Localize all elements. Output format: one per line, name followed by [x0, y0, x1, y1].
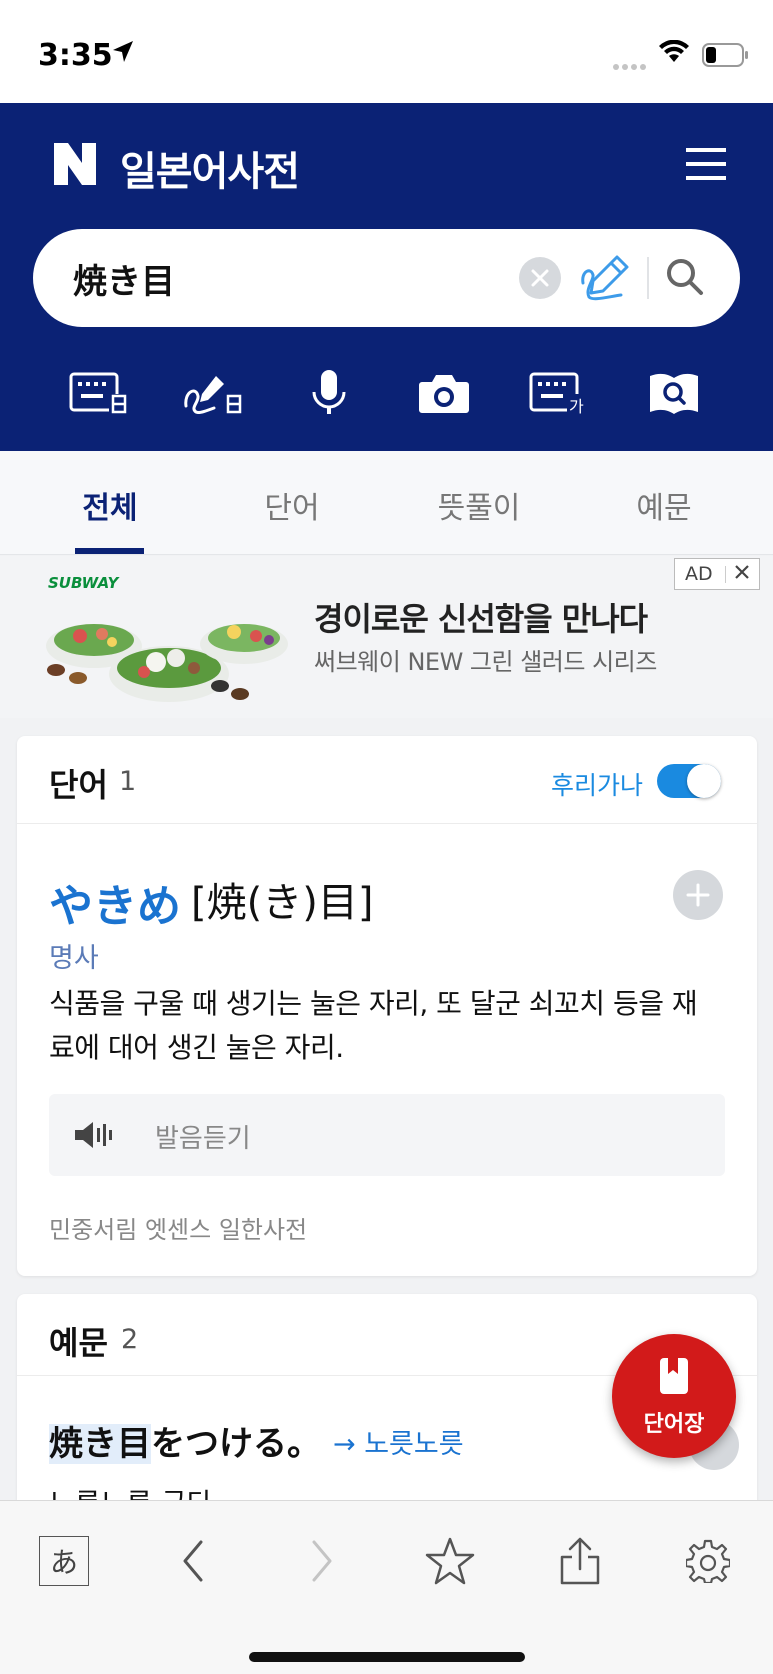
cellular-signal-icon: [612, 56, 648, 75]
toggle-knob: [687, 764, 721, 798]
active-tab-indicator: [75, 548, 144, 554]
battery-icon: [702, 43, 750, 71]
book-search-icon[interactable]: [639, 363, 709, 423]
definition: 식품을 구울 때 생기는 눌은 자리, 또 달군 쇠꼬치 등을 재료에 대어 생…: [49, 987, 698, 1064]
menu-icon[interactable]: [686, 147, 726, 185]
search-icon[interactable]: [665, 257, 705, 301]
handwriting-pen-icon[interactable]: [581, 253, 633, 305]
part-of-speech: 명사: [49, 943, 99, 974]
add-to-wordbook-button[interactable]: [673, 870, 723, 920]
search-divider: [647, 257, 649, 299]
close-ad-icon[interactable]: [733, 563, 751, 586]
word-count: 1: [119, 766, 137, 797]
wordbook-fab[interactable]: 단어장: [612, 1334, 736, 1458]
share-icon[interactable]: [545, 1531, 615, 1591]
example-count: 2: [121, 1324, 139, 1355]
tab-words[interactable]: 단어: [222, 483, 362, 527]
ad-tag: AD: [674, 558, 760, 590]
tab-meanings[interactable]: 뜻풀이: [409, 483, 549, 527]
clear-search-button[interactable]: [519, 257, 561, 299]
dictionary-source[interactable]: 민중서림 엣센스 일한사전: [49, 1210, 307, 1245]
forward-arrow-icon[interactable]: [287, 1531, 357, 1591]
kana-label: あ: [39, 1536, 89, 1586]
example-related-link[interactable]: → 노릇노릇: [333, 1422, 464, 1461]
pronunciation-label: 발음듣기: [155, 1124, 251, 1154]
microphone-icon[interactable]: [294, 363, 364, 423]
category-tabs: 전체 단어 뜻풀이 예문: [0, 451, 773, 555]
example-sentence[interactable]: 焼き目をつける。: [49, 1416, 321, 1465]
japanese-handwriting-icon[interactable]: [179, 363, 249, 423]
wifi-icon: [658, 39, 690, 68]
kana-button[interactable]: あ: [29, 1531, 99, 1591]
screen: 3:35 일본어사전 焼き目 가 전체 단어 뜻풀이 예문 SUBWAY 경이로…: [0, 0, 773, 1674]
ad-label: AD: [685, 563, 713, 585]
location-arrow-icon: [112, 40, 134, 68]
tab-examples[interactable]: 예문: [594, 483, 734, 527]
word-section-card: 단어 1 후리가나 やきめ [焼(き)目] 명사 식품을 구울 때 생기는 눌은…: [17, 736, 757, 1276]
star-icon[interactable]: [415, 1531, 485, 1591]
entry-kanji: [焼(き)目]: [191, 880, 374, 926]
tab-all[interactable]: 전체: [40, 483, 180, 527]
search-bar: [33, 229, 740, 327]
salad-image: [44, 598, 294, 712]
word-section-header: 단어 1 후리가나: [17, 736, 757, 824]
search-input[interactable]: [73, 251, 493, 305]
furigana-toggle[interactable]: [657, 764, 721, 798]
korean-keyboard-icon[interactable]: 가: [524, 363, 594, 423]
example-highlight: 焼き目: [49, 1424, 151, 1464]
camera-icon[interactable]: [409, 363, 479, 423]
ad-subline: 써브웨이 NEW 그린 샐러드 시리즈: [314, 648, 657, 676]
ad-tag-divider: [725, 566, 726, 583]
bottom-toolbar: あ: [0, 1500, 773, 1674]
settings-gear-icon[interactable]: [673, 1531, 743, 1591]
furigana-label: 후리가나: [551, 771, 644, 800]
app-header: 일본어사전 焼き目 가: [0, 103, 773, 451]
status-bar: 3:35: [0, 0, 773, 103]
app-title[interactable]: 일본어사전: [120, 139, 300, 197]
ad-headline: 경이로운 신선함을 만나다: [314, 600, 648, 638]
status-time: 3:35: [38, 38, 113, 73]
pronunciation-button[interactable]: 발음듣기: [49, 1094, 725, 1176]
svg-text:가: 가: [569, 397, 584, 414]
example-rest: をつける。: [151, 1424, 321, 1464]
example-section-title: 예문: [49, 1324, 108, 1362]
entry-reading[interactable]: やきめ: [49, 870, 181, 934]
ad-banner[interactable]: SUBWAY 경이로운 신선함을 만나다 써브웨이 NEW 그린 샐러드 시리즈…: [0, 556, 773, 718]
wordbook-label: 단어장: [643, 1412, 705, 1437]
naver-logo[interactable]: [54, 143, 96, 189]
back-arrow-icon[interactable]: [158, 1531, 228, 1591]
home-indicator[interactable]: [249, 1652, 525, 1662]
word-section-title: 단어: [49, 766, 108, 804]
japanese-keyboard-icon[interactable]: [64, 363, 134, 423]
ad-brand-logo: SUBWAY: [48, 574, 119, 592]
input-tools: 가: [0, 363, 773, 423]
